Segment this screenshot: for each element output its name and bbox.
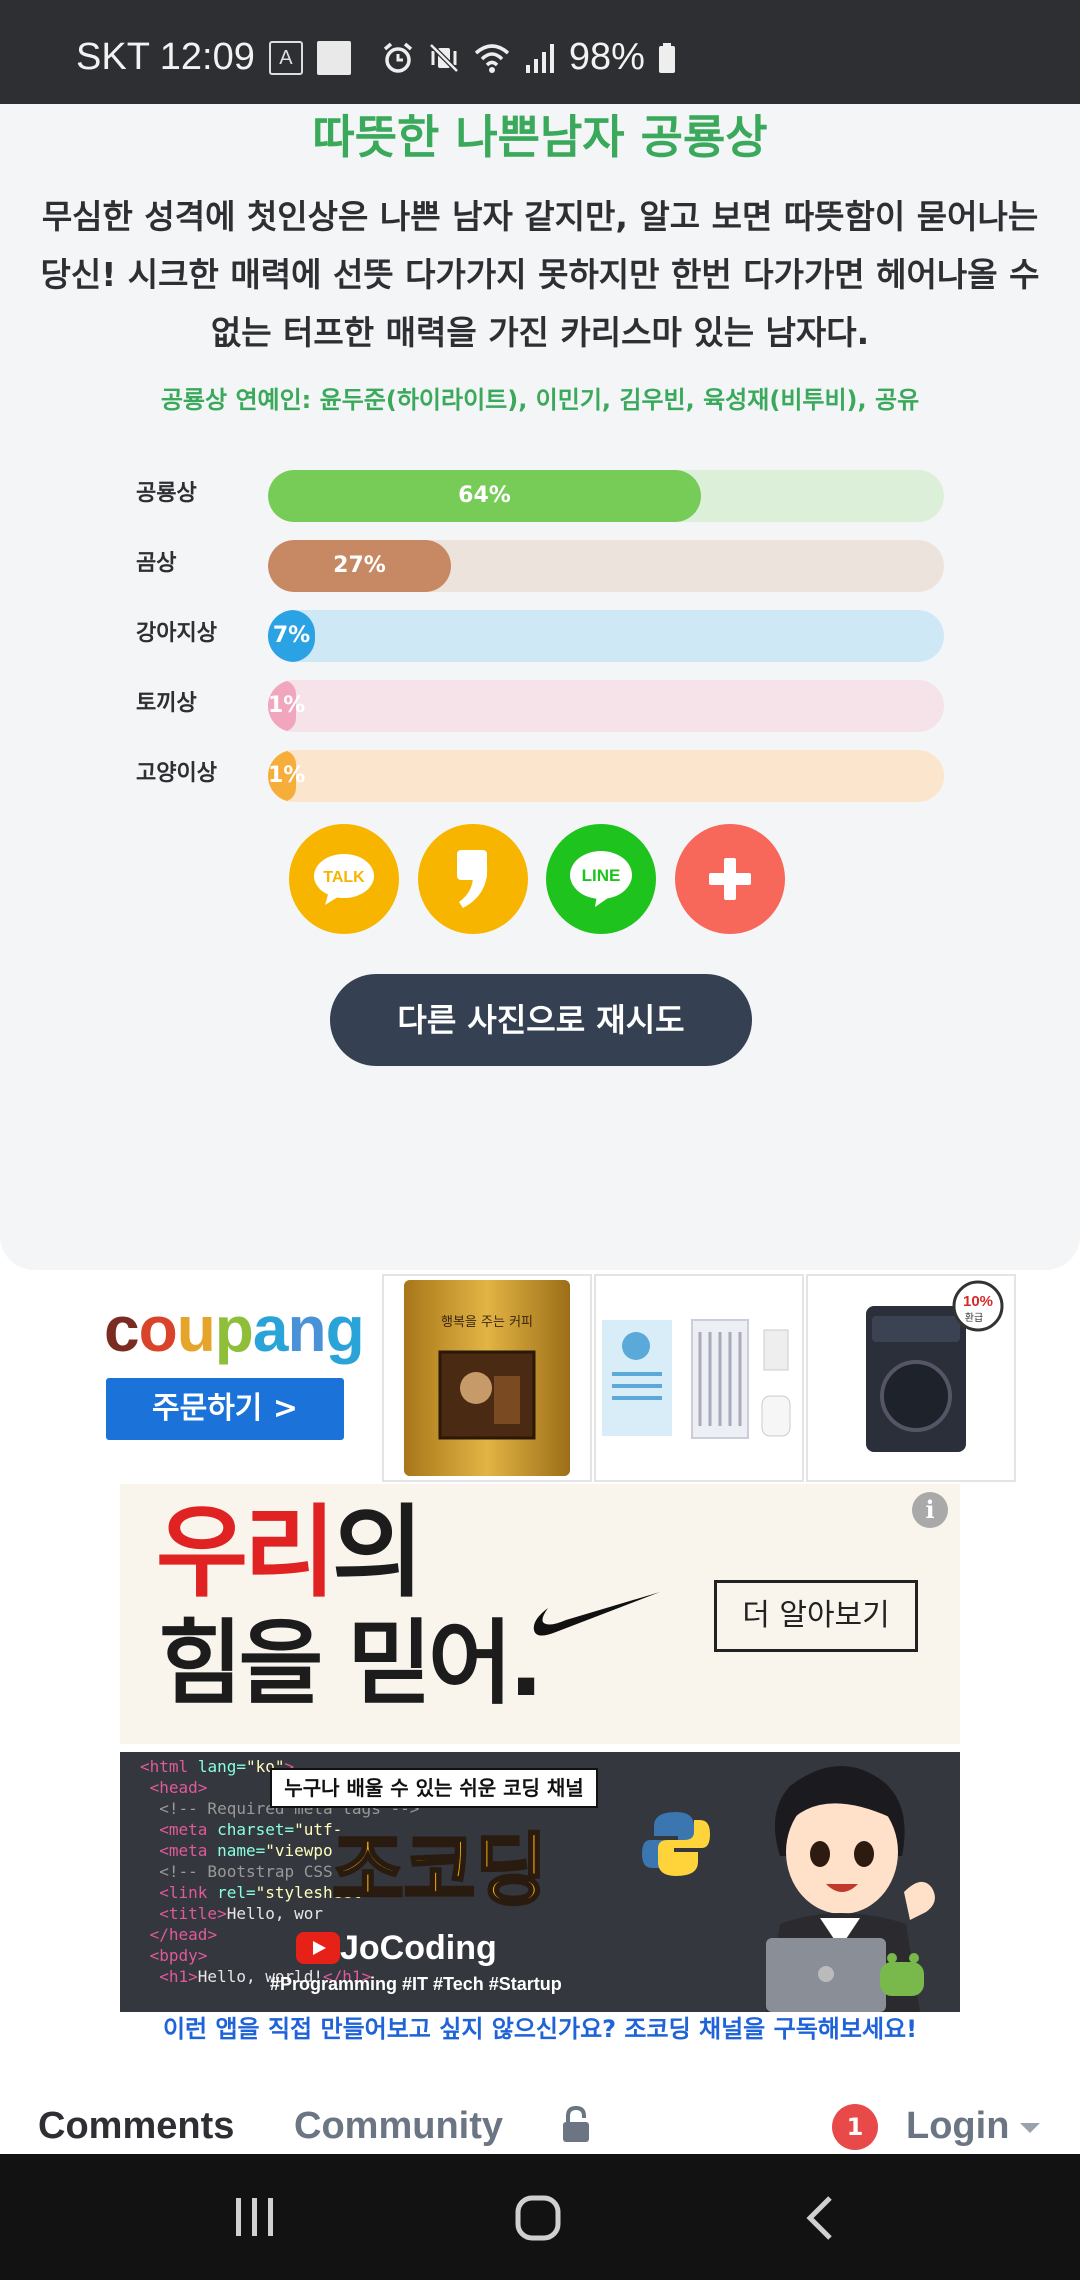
login-button[interactable]: Login (906, 2104, 1009, 2148)
talk-text: TALK (323, 869, 365, 886)
line-share-button[interactable]: LINE (546, 824, 656, 934)
plus-icon (709, 858, 751, 900)
score-bar-fill: 27% (268, 540, 451, 592)
test-kit-image (602, 1319, 791, 1439)
score-bar-track: 1% (268, 680, 944, 732)
coffee-label: 행복을 주는 커피 (441, 1314, 533, 1330)
status-icons: 98% (381, 36, 677, 79)
nike-slogan-line2: 힘을 믿어. (158, 1610, 544, 1717)
nike-slogan-line1: 우리의 (156, 1498, 424, 1608)
line-icon: LINE (570, 851, 632, 907)
score-bar-track: 7% (268, 610, 944, 662)
product-test-kit[interactable] (594, 1274, 804, 1482)
jocoding-tags: #Programming #IT #Tech #Startup (270, 1974, 562, 1994)
product-washer[interactable]: 10% 환급 (806, 1274, 1016, 1482)
wifi-icon (474, 43, 510, 73)
tab-comments[interactable]: Comments (38, 2104, 234, 2148)
score-bar-track: 27% (268, 540, 944, 592)
status-bar: SKT 12:09 A 98% (0, 0, 1080, 104)
home-icon[interactable] (514, 2194, 562, 2242)
coupang-logo: coupang (104, 1293, 365, 1365)
system-nav-bar (0, 2154, 1080, 2280)
recent-apps-icon[interactable] (232, 2194, 278, 2240)
line-text: LINE (582, 866, 621, 885)
back-icon[interactable] (802, 2194, 836, 2242)
comments-tabs: Comments Community 1 Login (0, 2090, 1080, 2154)
product-coffee[interactable]: 행복을 주는 커피 (382, 1274, 592, 1482)
score-label: 고양이상 (136, 761, 217, 786)
coupang-ad[interactable]: coupang 주문하기 > 행복을 주는 커피 10% 환급 (0, 1272, 1080, 1482)
more-share-button[interactable] (675, 824, 785, 934)
gallery-notification-icon (316, 40, 351, 75)
alarm-icon (383, 42, 412, 73)
chevron-down-icon[interactable] (1018, 2120, 1042, 2136)
jocoding-caption[interactable]: 이런 앱을 직접 만들어보고 싶지 않으신가요? 조코딩 채널을 구독해보세요! (0, 2012, 1080, 2046)
jocoding-ad[interactable]: <html lang="ko"> <head> <!-- Required me… (120, 1752, 960, 2012)
lock-icon[interactable] (560, 2104, 592, 2144)
jocoding-banner: 누구나 배울 수 있는 쉬운 코딩 채널 (270, 1768, 598, 1808)
score-label: 강아지상 (136, 621, 217, 646)
washer-badge: 10% (963, 1293, 993, 1310)
nike-swoosh-icon (533, 1592, 660, 1636)
score-bar-track: 1% (268, 750, 944, 802)
jocoding-title: 조코딩 (330, 1825, 548, 1918)
battery-icon (658, 42, 675, 73)
result-description: 무심한 성격에 첫인상은 나쁜 남자 같지만, 알고 보면 따뜻함이 묻어나는 … (40, 197, 1040, 352)
score-bar-fill: 7% (268, 610, 315, 662)
youtube-icon (296, 1932, 340, 1964)
score-label: 공룡상 (136, 481, 197, 506)
notification-badge[interactable]: 1 (832, 2104, 878, 2150)
washer-badge-sub: 환급 (965, 1312, 983, 1324)
battery-percent: 98% (568, 36, 645, 78)
nike-slogan-red: 우리 (156, 1494, 336, 1611)
jocoding-brand: JoCoding (340, 1929, 497, 1967)
jocoding-character (766, 1765, 935, 2012)
result-title: 따뜻한 나쁜남자 공룡상 (312, 110, 768, 164)
score-bar-fill: 1% (268, 750, 305, 802)
comma-icon (457, 850, 488, 908)
tab-community[interactable]: Community (294, 2104, 503, 2148)
nike-slogan-tail: 의 (332, 1494, 424, 1611)
a-notification-icon: A (268, 40, 303, 75)
order-button[interactable]: 주문하기 > (106, 1378, 344, 1440)
status-bar-left: SKT 12:09 A 98% (76, 36, 677, 79)
ad-info-icon[interactable]: i (912, 1492, 948, 1528)
talk-bubble-icon: TALK (314, 854, 374, 905)
score-label: 곰상 (136, 551, 177, 576)
nike-ad[interactable]: 우리의 힘을 믿어. 더 알아보기 i (120, 1484, 960, 1744)
coffee-bag-image: 행복을 주는 커피 (404, 1280, 570, 1476)
score-bar-track: 64% (268, 470, 944, 522)
vibrate-mute-icon (429, 42, 459, 73)
washer-image: 10% 환급 (866, 1280, 1004, 1452)
signal-icon (525, 43, 554, 73)
celebrity-list: 공룡상 연예인: 윤두준(하이라이트), 이민기, 김우빈, 육성재(비투비),… (160, 386, 920, 414)
kakaostory-share-button[interactable] (418, 824, 528, 934)
learn-more-button[interactable]: 더 알아보기 (714, 1580, 918, 1652)
kakaotalk-share-button[interactable]: TALK (289, 824, 399, 934)
score-bar-fill: 64% (268, 470, 701, 522)
retry-button[interactable]: 다른 사진으로 재시도 (330, 974, 752, 1066)
carrier-time: SKT 12:09 (76, 36, 255, 78)
score-bar-fill: 1% (268, 680, 305, 732)
score-label: 토끼상 (136, 691, 197, 716)
